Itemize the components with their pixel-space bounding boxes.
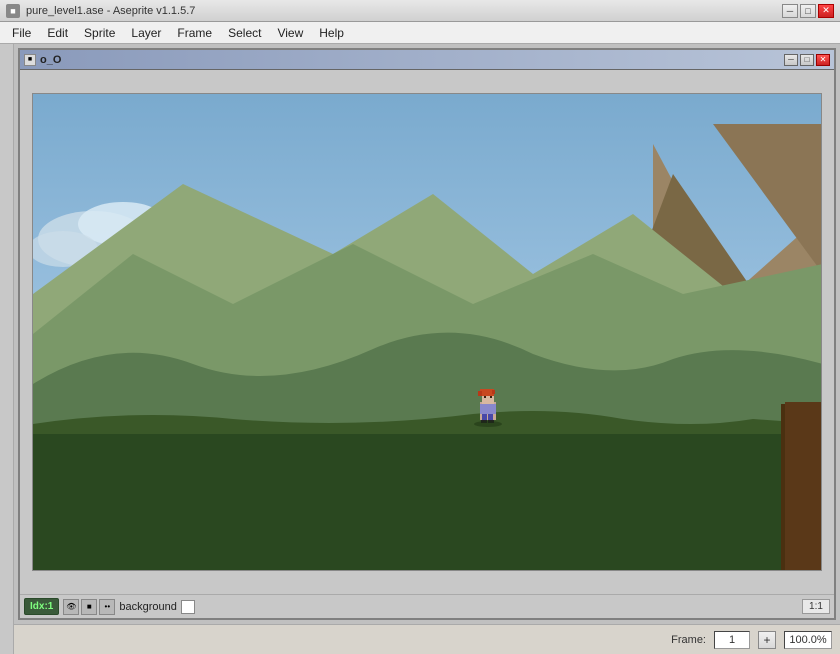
- layer-name: background: [119, 601, 177, 613]
- inner-titlebar-left: ■ o_O: [24, 54, 61, 66]
- main-area: ■ o_O ─ □ ✕: [0, 44, 840, 654]
- menu-frame[interactable]: Frame: [169, 24, 220, 42]
- frame-label: Frame:: [671, 634, 706, 646]
- inner-window: ■ o_O ─ □ ✕: [18, 48, 836, 620]
- inner-close-button[interactable]: ✕: [816, 54, 830, 66]
- inner-maximize-button[interactable]: □: [800, 54, 814, 66]
- frame-input[interactable]: [714, 631, 750, 649]
- inner-window-icon: ■: [24, 54, 36, 66]
- idx-badge: Idx:1: [24, 598, 59, 615]
- menu-view[interactable]: View: [269, 24, 311, 42]
- menu-sprite[interactable]: Sprite: [76, 24, 123, 42]
- zoom-corner-indicator: 1:1: [802, 599, 830, 614]
- center-content: ■ o_O ─ □ ✕: [14, 44, 840, 654]
- app-icon: ■: [6, 4, 20, 18]
- zoom-display: 100.0%: [784, 631, 832, 649]
- layer-thumbnail: [181, 600, 195, 614]
- app-statusbar: Frame: + 100.0%: [14, 624, 840, 654]
- inner-titlebar: ■ o_O ─ □ ✕: [20, 50, 834, 70]
- inner-minimize-button[interactable]: ─: [784, 54, 798, 66]
- os-maximize-button[interactable]: □: [800, 4, 816, 18]
- lock-icon-button[interactable]: ■: [81, 599, 97, 615]
- link-icon-button[interactable]: ••: [99, 599, 115, 615]
- layer-icons[interactable]: 👁 ■ ••: [63, 599, 115, 615]
- menu-select[interactable]: Select: [220, 24, 269, 42]
- layer-statusbar: Idx:1 👁 ■ •• background 1:1: [20, 594, 834, 618]
- menu-help[interactable]: Help: [311, 24, 352, 42]
- menubar: File Edit Sprite Layer Frame Select View…: [0, 22, 840, 44]
- sprite-canvas: [32, 93, 822, 571]
- eye-icon-button[interactable]: 👁: [63, 599, 79, 615]
- os-close-button[interactable]: ✕: [818, 4, 834, 18]
- inner-window-title: o_O: [40, 54, 61, 66]
- frame-plus-button[interactable]: +: [758, 631, 776, 649]
- left-toolbar: [0, 44, 14, 654]
- canvas-area[interactable]: [20, 70, 834, 594]
- os-titlebar: ■ pure_level1.ase - Aseprite v1.1.5.7 ─ …: [0, 0, 840, 22]
- app-title: pure_level1.ase - Aseprite v1.1.5.7: [26, 5, 195, 17]
- os-window-controls[interactable]: ─ □ ✕: [782, 4, 834, 18]
- menu-file[interactable]: File: [4, 24, 39, 42]
- os-minimize-button[interactable]: ─: [782, 4, 798, 18]
- inner-window-controls[interactable]: ─ □ ✕: [784, 54, 830, 66]
- os-titlebar-left: ■ pure_level1.ase - Aseprite v1.1.5.7: [6, 4, 195, 18]
- menu-edit[interactable]: Edit: [39, 24, 76, 42]
- scene-svg: [33, 94, 822, 571]
- menu-layer[interactable]: Layer: [123, 24, 169, 42]
